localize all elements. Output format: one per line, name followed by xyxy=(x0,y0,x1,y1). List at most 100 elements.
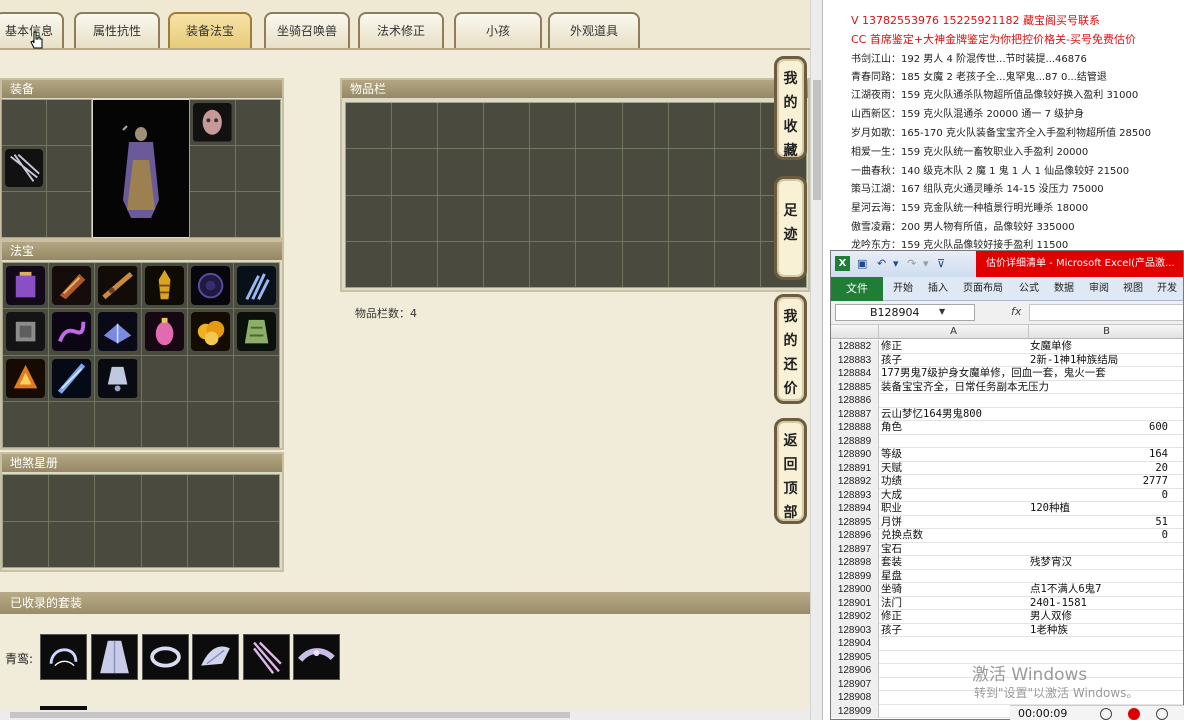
row-number[interactable]: 128906 xyxy=(831,664,879,678)
fabao-slot[interactable] xyxy=(49,401,95,447)
tab-appearance[interactable]: 外观道具 xyxy=(548,12,640,48)
fabao-slot[interactable] xyxy=(141,263,187,309)
row-number[interactable]: 128890 xyxy=(831,448,879,462)
name-box[interactable]: B128904 xyxy=(835,304,975,321)
row-number[interactable]: 128892 xyxy=(831,475,879,489)
fabao-slot[interactable] xyxy=(187,355,233,401)
row-number[interactable]: 128905 xyxy=(831,650,879,664)
inventory-slot[interactable] xyxy=(438,195,484,241)
cell-b[interactable]: 600 xyxy=(1030,421,1168,435)
dropdown-icon[interactable]: ▾ xyxy=(923,257,937,271)
row-number[interactable]: 128887 xyxy=(831,407,879,421)
equip-slot[interactable] xyxy=(47,146,91,191)
inventory-slot[interactable] xyxy=(346,103,392,149)
equip-slot[interactable] xyxy=(47,100,91,145)
disha-slot[interactable] xyxy=(95,521,141,567)
row-number[interactable]: 128889 xyxy=(831,434,879,448)
ribbon-tab-view[interactable]: 视图 xyxy=(1123,277,1143,301)
row-number[interactable]: 128897 xyxy=(831,542,879,556)
disha-slot[interactable] xyxy=(187,475,233,521)
row-number[interactable]: 128901 xyxy=(831,596,879,610)
cell-a[interactable]: 孩子 xyxy=(881,354,1029,368)
inventory-slot[interactable] xyxy=(392,241,438,287)
cell-b[interactable]: 0 xyxy=(1030,489,1168,503)
fabao-slot[interactable] xyxy=(141,401,187,447)
inventory-slot[interactable] xyxy=(622,241,668,287)
cell-a[interactable]: 修正 xyxy=(881,340,1029,354)
inventory-slot[interactable] xyxy=(576,241,622,287)
row-number[interactable]: 128907 xyxy=(831,677,879,691)
ribbon-tab-page-layout[interactable]: 页面布局 xyxy=(963,277,1003,301)
cell-a[interactable]: 大成 xyxy=(881,489,1029,503)
name-box-dropdown-icon[interactable]: ▼ xyxy=(939,307,945,316)
insert-function-icon[interactable]: fx xyxy=(1011,305,1021,318)
row-number[interactable]: 128888 xyxy=(831,421,879,435)
equip-slot[interactable] xyxy=(2,100,46,145)
pause-icon[interactable] xyxy=(1100,708,1112,720)
equip-slot[interactable] xyxy=(190,192,235,237)
row-number[interactable]: 128882 xyxy=(831,340,879,354)
scroll-thumb[interactable] xyxy=(10,712,570,718)
inventory-slot[interactable] xyxy=(622,103,668,149)
inventory-slot[interactable] xyxy=(714,103,760,149)
save-icon[interactable]: ▣ xyxy=(857,257,871,271)
disha-slot[interactable] xyxy=(141,521,187,567)
set-piece-slot[interactable] xyxy=(293,634,340,680)
disha-slot[interactable] xyxy=(3,521,49,567)
fabao-slot[interactable] xyxy=(141,309,187,355)
inventory-slot[interactable] xyxy=(346,241,392,287)
inventory-slot[interactable] xyxy=(576,195,622,241)
cell-a[interactable]: 月饼 xyxy=(881,516,1029,530)
redo-icon[interactable]: ↷ xyxy=(907,257,921,271)
equip-slot[interactable] xyxy=(47,192,91,237)
ribbon-tab-formulas[interactable]: 公式 xyxy=(1019,277,1039,301)
disha-slot[interactable] xyxy=(49,521,95,567)
tab-mounts[interactable]: 坐骑召唤兽 xyxy=(264,12,350,48)
back-to-top-button[interactable]: 返回顶部 xyxy=(774,418,807,524)
disha-slot[interactable] xyxy=(95,475,141,521)
inventory-slot[interactable] xyxy=(668,241,714,287)
my-offers-button[interactable]: 我的还价 xyxy=(774,294,807,404)
cell-b[interactable]: 51 xyxy=(1030,516,1168,530)
disha-slot[interactable] xyxy=(141,475,187,521)
cell-a[interactable]: 宝石 xyxy=(881,543,1029,557)
row-number[interactable]: 128909 xyxy=(831,704,879,718)
cell-a[interactable]: 装备宝宝齐全，日常任务副本无压力 xyxy=(881,381,1049,395)
cell-b[interactable]: 164 xyxy=(1030,448,1168,462)
ribbon-tab-insert[interactable]: 插入 xyxy=(928,277,948,301)
inventory-slot[interactable] xyxy=(392,195,438,241)
vertical-scrollbar[interactable] xyxy=(810,0,822,720)
inventory-slot[interactable] xyxy=(622,195,668,241)
fabao-slot[interactable] xyxy=(141,355,187,401)
cell-a[interactable]: 等级 xyxy=(881,448,1029,462)
customize-toolbar-icon[interactable]: ⊽ xyxy=(937,257,951,271)
row-number[interactable]: 128895 xyxy=(831,515,879,529)
fabao-slot[interactable] xyxy=(95,401,141,447)
cell-a[interactable]: 套装 xyxy=(881,556,1029,570)
cell-b[interactable]: 女魔单修 xyxy=(1030,340,1168,354)
inventory-slot[interactable] xyxy=(438,149,484,195)
row-number[interactable]: 128904 xyxy=(831,637,879,651)
cell-a[interactable]: 角色 xyxy=(881,421,1029,435)
fabao-slot[interactable] xyxy=(3,263,49,309)
disha-slot[interactable] xyxy=(49,475,95,521)
stop-icon[interactable] xyxy=(1156,708,1168,720)
cell-a[interactable]: 坐骑 xyxy=(881,583,1029,597)
row-number[interactable]: 128896 xyxy=(831,529,879,543)
cell-a[interactable]: 星盘 xyxy=(881,570,1029,584)
fabao-slot[interactable] xyxy=(233,401,279,447)
disha-slot[interactable] xyxy=(187,521,233,567)
fabao-slot[interactable] xyxy=(3,355,49,401)
row-number[interactable]: 128893 xyxy=(831,488,879,502)
cell-a[interactable]: 177男鬼7级护身女魔单修，回血一套，鬼火一套 xyxy=(881,367,1106,381)
fabao-slot[interactable] xyxy=(95,309,141,355)
my-favorites-button[interactable]: 我的收藏 xyxy=(774,56,807,160)
cell-a[interactable]: 功绩 xyxy=(881,475,1029,489)
cell-b[interactable]: 20 xyxy=(1030,462,1168,476)
inventory-slot[interactable] xyxy=(530,195,576,241)
row-number[interactable]: 128894 xyxy=(831,502,879,516)
cell-b[interactable]: 2新-1神1种族结局 xyxy=(1030,354,1168,368)
equip-slot[interactable] xyxy=(2,192,46,237)
equip-slot[interactable] xyxy=(235,100,280,145)
equip-slot[interactable] xyxy=(235,192,280,237)
